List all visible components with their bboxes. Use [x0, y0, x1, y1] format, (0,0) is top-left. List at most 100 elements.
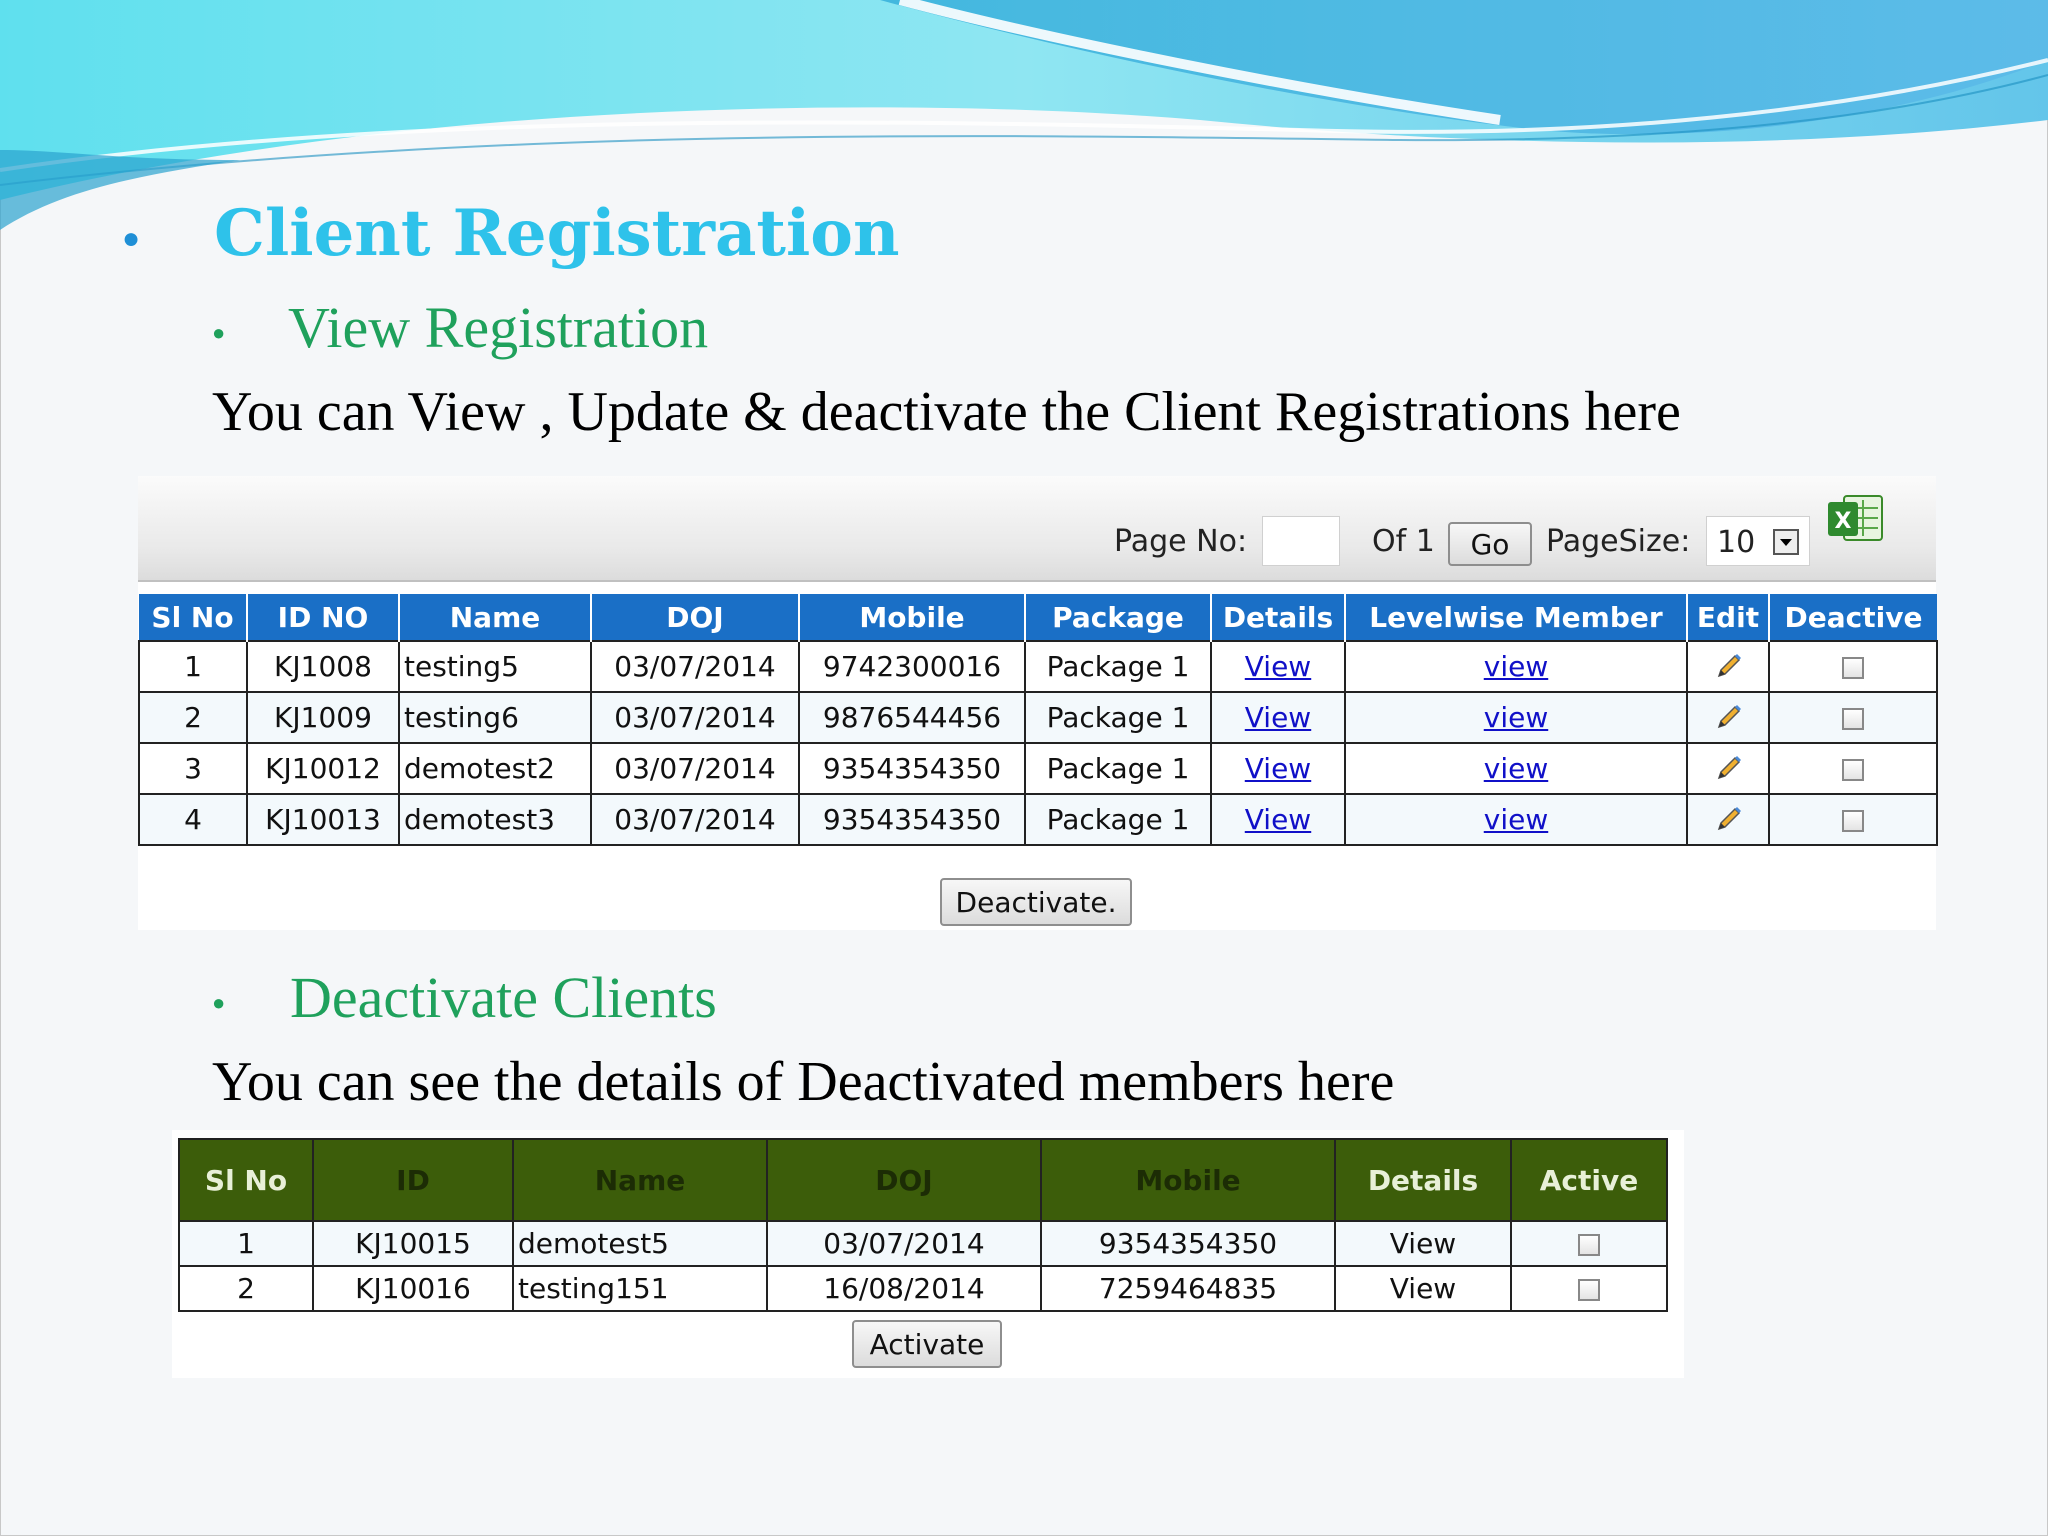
- details-cell: View: [1210, 742, 1346, 795]
- column-header[interactable]: Mobile: [798, 594, 1025, 641]
- name-cell: demotest3: [398, 793, 592, 846]
- go-button[interactable]: Go: [1448, 522, 1532, 566]
- column-header[interactable]: Name: [398, 594, 591, 641]
- column-header: ID: [312, 1138, 514, 1222]
- deactive-cell: [1768, 793, 1938, 846]
- column-header: Active: [1510, 1138, 1668, 1222]
- table-row: 2 KJ1009 testing6 03/07/2014 9876544456 …: [138, 691, 1938, 744]
- table-row: 4 KJ10013 demotest3 03/07/2014 935435435…: [138, 793, 1938, 846]
- pagesize-label: PageSize:: [1546, 524, 1691, 559]
- edit-cell: [1686, 742, 1770, 795]
- deactive-cell: [1768, 640, 1938, 693]
- excel-export-icon[interactable]: X: [1826, 490, 1884, 546]
- edit-pencil-icon[interactable]: [1711, 650, 1745, 684]
- column-header: Edit: [1686, 594, 1769, 641]
- bullet-icon: ●: [212, 990, 226, 1015]
- mobile-cell: 9354354350: [798, 742, 1026, 795]
- active-cell: [1510, 1265, 1668, 1312]
- doj-cell: 03/07/2014: [590, 640, 800, 693]
- sl-no-cell: 2: [138, 691, 248, 744]
- levelwise-cell: view: [1344, 640, 1688, 693]
- column-header[interactable]: DOJ: [590, 594, 799, 641]
- levelwise-view-link[interactable]: view: [1484, 650, 1548, 683]
- doj-cell: 16/08/2014: [766, 1265, 1042, 1312]
- sl-no-cell: 1: [138, 640, 248, 693]
- details-cell[interactable]: View: [1334, 1265, 1512, 1312]
- sl-no-cell: 4: [138, 793, 248, 846]
- column-header[interactable]: ID NO: [246, 594, 399, 641]
- active-checkbox[interactable]: [1578, 1279, 1600, 1301]
- package-cell: Package 1: [1024, 793, 1212, 846]
- edit-pencil-icon[interactable]: [1711, 803, 1745, 837]
- table-header-row: Sl No ID NO Name DOJ Mobile Package Deta…: [139, 594, 1937, 641]
- levelwise-cell: view: [1344, 793, 1688, 846]
- column-header[interactable]: Package: [1024, 594, 1211, 641]
- section-title-deactivate-clients: Deactivate Clients: [290, 965, 717, 1030]
- details-cell: View: [1210, 793, 1346, 846]
- section-title-view-registration: View Registration: [288, 295, 709, 360]
- id-cell: KJ1008: [246, 640, 400, 693]
- sl-no-cell: 3: [138, 742, 248, 795]
- name-cell: demotest5: [512, 1220, 768, 1267]
- details-view-link[interactable]: View: [1245, 752, 1311, 785]
- edit-cell: [1686, 691, 1770, 744]
- details-cell[interactable]: View: [1334, 1220, 1512, 1267]
- registrations-table: Sl No ID NO Name DOJ Mobile Package Deta…: [138, 594, 1938, 846]
- pagination-bar: Page No: Of 1 Go PageSize: 10 X: [138, 476, 1936, 582]
- deactive-cell: [1768, 742, 1938, 795]
- column-header: Name: [512, 1138, 768, 1222]
- deactive-checkbox[interactable]: [1842, 810, 1864, 832]
- doj-cell: 03/07/2014: [590, 793, 800, 846]
- mobile-cell: 9354354350: [1040, 1220, 1336, 1267]
- levelwise-cell: view: [1344, 691, 1688, 744]
- view-registration-panel: Page No: Of 1 Go PageSize: 10 X Sl No ID…: [138, 476, 1938, 930]
- column-header: DOJ: [766, 1138, 1042, 1222]
- page-count-label: Of 1: [1372, 524, 1435, 559]
- deactivate-button[interactable]: Deactivate.: [940, 878, 1132, 926]
- section-description-view: You can View , Update & deactivate the C…: [212, 381, 1681, 443]
- deactive-cell: [1768, 691, 1938, 744]
- page-no-input[interactable]: [1262, 516, 1340, 566]
- details-view-link[interactable]: View: [1245, 803, 1311, 836]
- table-row: 3 KJ10012 demotest2 03/07/2014 935435435…: [138, 742, 1938, 795]
- deactive-checkbox[interactable]: [1842, 708, 1864, 730]
- mobile-cell: 9876544456: [798, 691, 1026, 744]
- active-checkbox[interactable]: [1578, 1234, 1600, 1256]
- doj-cell: 03/07/2014: [590, 691, 800, 744]
- column-header[interactable]: Sl No: [139, 594, 247, 641]
- table-header-row: Sl No ID Name DOJ Mobile Details Active: [178, 1138, 1668, 1222]
- details-view-link[interactable]: View: [1245, 701, 1311, 734]
- id-cell: KJ10012: [246, 742, 400, 795]
- table-row: 2 KJ10016 testing151 16/08/2014 72594648…: [178, 1265, 1668, 1312]
- chevron-down-icon[interactable]: [1773, 529, 1799, 555]
- levelwise-view-link[interactable]: view: [1484, 803, 1548, 836]
- section-description-deactivate: You can see the details of Deactivated m…: [212, 1051, 1395, 1113]
- levelwise-cell: view: [1344, 742, 1688, 795]
- edit-cell: [1686, 793, 1770, 846]
- id-cell: KJ10016: [312, 1265, 514, 1312]
- edit-pencil-icon[interactable]: [1711, 701, 1745, 735]
- doj-cell: 03/07/2014: [766, 1220, 1042, 1267]
- column-header: Levelwise Member: [1344, 594, 1687, 641]
- details-view-link[interactable]: View: [1245, 650, 1311, 683]
- sl-no-cell: 1: [178, 1220, 314, 1267]
- sl-no-cell: 2: [178, 1265, 314, 1312]
- mobile-cell: 7259464835: [1040, 1265, 1336, 1312]
- edit-pencil-icon[interactable]: [1711, 752, 1745, 786]
- package-cell: Package 1: [1024, 640, 1212, 693]
- deactive-checkbox[interactable]: [1842, 759, 1864, 781]
- column-header: Sl No: [178, 1138, 314, 1222]
- svg-text:X: X: [1835, 509, 1852, 534]
- levelwise-view-link[interactable]: view: [1484, 752, 1548, 785]
- id-cell: KJ10013: [246, 793, 400, 846]
- active-cell: [1510, 1220, 1668, 1267]
- id-cell: KJ1009: [246, 691, 400, 744]
- deactive-checkbox[interactable]: [1842, 657, 1864, 679]
- activate-button[interactable]: Activate: [852, 1320, 1002, 1368]
- levelwise-view-link[interactable]: view: [1484, 701, 1548, 734]
- details-cell: View: [1210, 691, 1346, 744]
- pagesize-select[interactable]: 10: [1706, 516, 1810, 566]
- pagesize-value: 10: [1717, 525, 1756, 560]
- edit-cell: [1686, 640, 1770, 693]
- bullet-icon: ●: [212, 320, 226, 345]
